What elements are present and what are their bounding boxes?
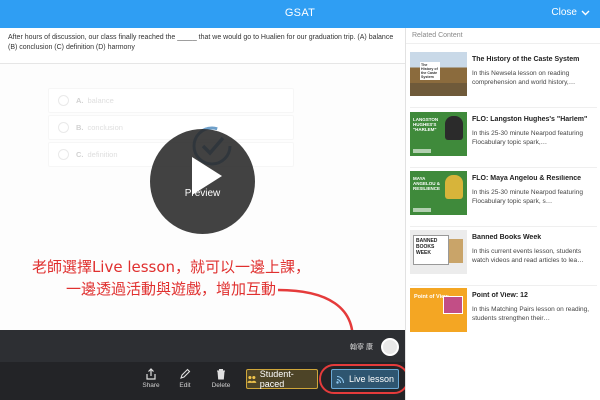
related-item-title: Point of View: 12 [472,292,528,299]
related-item-title: FLO: Maya Angelou & Resilience [472,175,582,182]
lesson-thumbnail: Point of View [410,288,467,332]
thumbnail-title: MAYA ANGELOU & RESILIENCE [413,176,441,191]
page-title: GSAT [284,7,316,19]
related-item-point-of-view[interactable]: Point of View Point of View: 12 In this … [410,288,597,344]
related-item-desc: In this Matching Pairs lesson on reading… [472,306,590,322]
share-button[interactable]: Share [134,368,168,389]
related-item-desc: In this 25-30 minute Nearpod featuring F… [472,130,583,146]
user-name: 翰寧 康 [350,344,373,351]
related-content-pane: Related Content The History of the Caste… [405,28,600,400]
related-item-title: Banned Books Week [472,234,542,241]
edit-button[interactable]: Edit [168,368,202,389]
related-item-desc: In this current events lesson, students … [472,248,584,264]
related-item-maya-angelou[interactable]: MAYA ANGELOU & RESILIENCE FLO: Maya Ange… [410,171,597,227]
thumbnail-title: The History of the Caste System [420,62,440,80]
edit-label: Edit [179,382,191,389]
divider [410,167,597,168]
share-label: Share [142,382,160,389]
related-item-harlem[interactable]: LANGSTON HUGHES'S "HARLEM" FLO: Langston… [410,112,597,168]
divider [410,107,597,108]
related-item-caste-system[interactable]: The History of the Caste System The Hist… [410,52,597,108]
delete-label: Delete [211,382,231,389]
flocabulary-logo-icon [413,208,431,212]
thumbnail-title: LANGSTON HUGHES'S "HARLEM" [413,117,439,132]
tape-icon [449,239,463,263]
question-text: After hours of discussion, our class fin… [0,28,405,64]
related-item-desc: In this Newsela lesson on reading compre… [472,70,576,86]
cards-icon [443,296,463,314]
lesson-thumbnail: BANNED BOOKS WEEK [410,230,467,274]
divider [410,226,597,227]
lesson-thumbnail: The History of the Caste System [410,52,467,96]
related-item-title: FLO: Langston Hughes's "Harlem" [472,116,588,123]
students-icon [247,375,257,383]
lesson-preview-pane: After hours of discussion, our class fin… [0,28,405,400]
close-button[interactable]: Close [551,7,590,18]
flocabulary-logo-icon [413,149,431,153]
share-icon [146,368,156,380]
related-item-desc: In this 25-30 minute Nearpod featuring F… [472,189,583,205]
preview-label: Preview [184,188,221,199]
pencil-icon [180,368,191,379]
thumbnail-title: BANNED BOOKS WEEK [413,235,449,265]
portrait-icon [445,116,463,140]
related-item-title: The History of the Caste System [472,56,580,63]
related-content-heading: Related Content [406,28,600,44]
top-bar: GSAT Close [0,0,600,28]
lesson-thumbnail: MAYA ANGELOU & RESILIENCE [410,171,467,215]
chevron-down-icon [581,10,590,15]
related-item-banned-books[interactable]: BANNED BOOKS WEEK Banned Books Week In t… [410,230,597,286]
trash-icon [217,368,225,380]
live-lesson-highlight-ring [319,364,409,394]
close-label: Close [551,7,577,18]
student-paced-label: Student-paced [259,369,294,389]
delete-button[interactable]: Delete [204,368,238,389]
student-paced-button[interactable]: Student-paced [246,369,318,389]
preview-play-button[interactable]: Preview [150,129,255,234]
lesson-thumbnail: LANGSTON HUGHES'S "HARLEM" [410,112,467,156]
portrait-icon [445,175,463,199]
avatar[interactable] [381,338,399,356]
annotation-line-1: 老師選擇Live lesson，就可以一邊上課， [31,258,311,276]
user-strip: 翰寧 康 [0,330,405,362]
divider [410,285,597,286]
